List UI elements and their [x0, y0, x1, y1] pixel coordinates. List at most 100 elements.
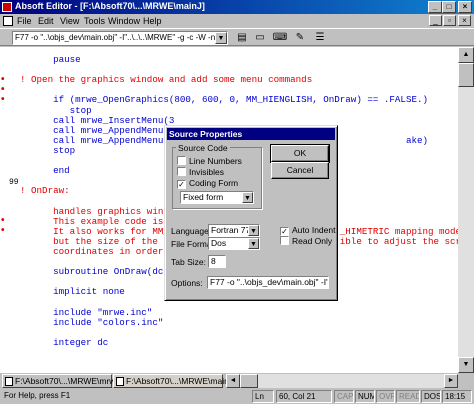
file-icon	[116, 377, 124, 386]
title-bar: Absoft Editor - [F:\Absoft70\...\MRWE\ma…	[0, 0, 474, 14]
tab-label: F:\Absoft70\...\MRWE\main.f	[126, 376, 234, 386]
auto-indent-checkbox[interactable]: ✓ Auto Indent	[280, 225, 335, 236]
compiler-options-combo[interactable]: F77 -o "..\objs_dev\main.obj" -I"..\..\.…	[12, 31, 228, 45]
execute-icon[interactable]: ▭	[252, 32, 268, 45]
code-line: coordinates in order t	[20, 245, 175, 257]
checkbox-label: Read Only	[292, 236, 333, 246]
scroll-left-icon[interactable]: ◄	[226, 374, 240, 388]
code-line: ! OnDraw:	[20, 185, 70, 197]
language-select[interactable]: Fortran 77 ▼	[208, 224, 260, 237]
gutter[interactable]: • • • • •	[0, 47, 10, 373]
code-line: include "colors.inc"	[20, 316, 164, 328]
line-marker: 99	[9, 178, 19, 187]
status-num: NUM	[355, 390, 375, 403]
chevron-down-icon[interactable]: ▼	[248, 225, 259, 236]
tab-main-f[interactable]: F:\Absoft70\...\MRWE\main.f	[113, 374, 234, 388]
vertical-scrollbar[interactable]: ▲ ▼	[458, 47, 474, 373]
minimize-button[interactable]: _	[428, 1, 442, 13]
status-bar: For Help, press F1 Ln 60, Col 21 CAP NUM…	[0, 389, 474, 404]
horizontal-scroll-thumb[interactable]	[240, 374, 258, 388]
options-label: Options:	[171, 278, 203, 288]
file-format-value: Dos	[211, 238, 227, 248]
code-line: subroutine OnDraw(dc)	[20, 266, 169, 278]
status-ovr: OVR	[376, 390, 395, 403]
tab-mrwe-f[interactable]: F:\Absoft70\...\MRWE\mrwe.f	[2, 374, 125, 388]
checkbox-box[interactable]: ✓	[280, 227, 289, 236]
tab-label: F:\Absoft70\...\MRWE\mrwe.f	[15, 376, 125, 386]
file-icon	[5, 377, 13, 386]
menu-bar: File Edit View Tools Window Help _ ▫ ×	[0, 14, 474, 28]
menu-window[interactable]: Window	[108, 16, 140, 26]
horizontal-scrollbar[interactable]: ◄ ►	[226, 374, 458, 388]
chevron-down-icon[interactable]: ▼	[242, 192, 253, 203]
close-button[interactable]: ×	[458, 1, 472, 13]
invisibles-checkbox[interactable]: Invisibles	[177, 167, 224, 177]
code-line: pause	[20, 54, 81, 65]
mdi-restore-button[interactable]: ▫	[443, 15, 456, 26]
coding-form-select[interactable]: Fixed form ▼	[180, 191, 254, 204]
status-read: READ	[396, 390, 420, 403]
debug-icon[interactable]: ☰	[312, 32, 328, 45]
status-eol: DOS	[421, 390, 441, 403]
scroll-up-icon[interactable]: ▲	[458, 47, 474, 63]
compiler-options-value: F77 -o "..\objs_dev\main.obj" -I"..\..\.…	[15, 33, 228, 42]
mdi-close-button[interactable]: ×	[458, 15, 471, 26]
bookmark-icon: •	[1, 225, 5, 236]
code-line: stop	[20, 144, 76, 156]
vertical-scroll-thumb[interactable]	[458, 63, 474, 87]
coding-form-checkbox[interactable]: ✓ Coding Form	[177, 178, 238, 189]
read-only-checkbox[interactable]: Read Only	[280, 236, 332, 246]
options-value: F77 -o "..\objs_dev\main.obj" -I"..\..\	[210, 277, 329, 287]
scroll-right-icon[interactable]: ►	[444, 374, 458, 388]
options-input[interactable]: F77 -o "..\objs_dev\main.obj" -I"..\..\	[207, 276, 329, 289]
app-icon[interactable]	[2, 2, 12, 12]
source-properties-dialog: Source Properties Source Code Line Numbe…	[164, 125, 338, 301]
tab-size-label: Tab Size:	[171, 257, 206, 267]
checkbox-label: Auto Indent	[292, 225, 336, 235]
status-cap: CAP	[334, 390, 354, 403]
code-line: end	[20, 165, 70, 177]
checkbox-box[interactable]: ✓	[177, 180, 186, 189]
dialog-title: Source Properties	[167, 128, 335, 140]
cancel-button[interactable]: Cancel	[271, 162, 329, 179]
checkbox-box[interactable]	[280, 236, 289, 245]
menu-help[interactable]: Help	[143, 16, 162, 26]
chevron-down-icon[interactable]: ▼	[215, 32, 227, 44]
window-title: Absoft Editor - [F:\Absoft70\...\MRWE\ma…	[15, 1, 205, 11]
status-position-value: 60, Col 21	[276, 390, 332, 403]
compile-icon[interactable]: ⌨	[272, 32, 288, 45]
status-position-label: Ln	[252, 390, 274, 403]
mdi-minimize-button[interactable]: _	[429, 15, 442, 26]
menu-view[interactable]: View	[60, 16, 79, 26]
document-icon[interactable]	[3, 16, 13, 26]
maximize-button[interactable]: □	[442, 1, 456, 13]
language-label: Language:	[171, 226, 212, 236]
build-file-icon[interactable]: ▤	[234, 32, 250, 45]
scroll-down-icon[interactable]: ▼	[458, 357, 474, 373]
line-numbers-checkbox[interactable]: Line Numbers	[177, 156, 242, 166]
status-help-text: For Help, press F1	[4, 391, 71, 400]
bookmark-icon: •	[1, 94, 5, 105]
checkbox-box[interactable]	[177, 156, 186, 165]
chevron-down-icon[interactable]: ▼	[248, 238, 259, 249]
tab-size-value: 8	[211, 256, 216, 266]
document-tab-bar: F:\Absoft70\...\MRWE\mrwe.f F:\Absoft70\…	[0, 373, 474, 389]
code-line: integer dc	[20, 336, 109, 348]
make-icon[interactable]: ✎	[292, 32, 308, 45]
tab-size-input[interactable]: 8	[208, 255, 226, 268]
file-format-select[interactable]: Dos ▼	[208, 237, 260, 250]
language-value: Fortran 77	[211, 225, 251, 235]
coding-form-value: Fixed form	[183, 192, 224, 202]
checkbox-label: Coding Form	[189, 178, 239, 188]
status-time: 18:15	[442, 390, 472, 403]
menu-tools[interactable]: Tools	[84, 16, 105, 26]
source-code-group-label: Source Code	[176, 143, 230, 153]
menu-edit[interactable]: Edit	[38, 16, 54, 26]
menu-file[interactable]: File	[17, 16, 32, 26]
checkbox-label: Invisibles	[189, 167, 224, 177]
toolbar: F77 -o "..\objs_dev\main.obj" -I"..\..\.…	[0, 28, 474, 46]
checkbox-label: Line Numbers	[189, 156, 242, 166]
ok-button[interactable]: OK	[270, 144, 330, 163]
code-line: ! Open the graphics window and add some …	[20, 74, 313, 86]
checkbox-box[interactable]	[177, 167, 186, 176]
